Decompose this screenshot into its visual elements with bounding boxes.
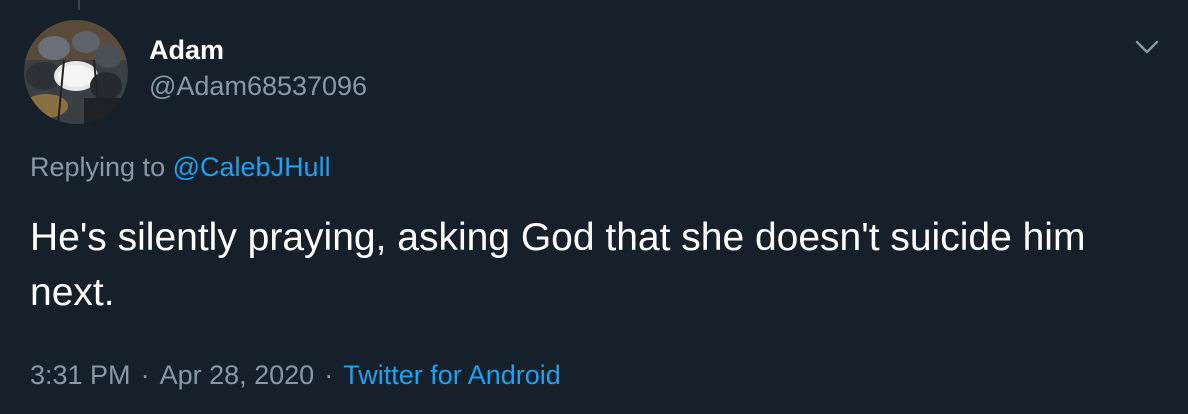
avatar-drum-kit-image [24,20,128,124]
thread-connector-line [78,0,80,10]
tweet-date[interactable]: Apr 28, 2020 [160,360,315,390]
tweet-header: Adam @Adam68537096 [149,34,367,102]
meta-separator: · [324,360,334,390]
chevron-down-icon[interactable] [1132,32,1162,62]
user-handle[interactable]: @Adam68537096 [149,70,367,102]
replying-to-label: Replying to [30,152,166,182]
meta-separator: · [140,360,150,390]
tweet-meta: 3:31 PM · Apr 28, 2020 · Twitter for Android [30,358,561,392]
replying-to-line: Replying to @CalebJHull [30,150,331,184]
tweet-time[interactable]: 3:31 PM [30,360,131,390]
tweet-card: Adam @Adam68537096 Replying to @CalebJHu… [0,0,1188,414]
display-name[interactable]: Adam [149,34,367,66]
tweet-text: He's silently praying, asking God that s… [30,216,1086,314]
avatar[interactable] [24,20,128,124]
reply-mention-link[interactable]: @CalebJHull [173,152,331,182]
tweet-source-link[interactable]: Twitter for Android [343,360,561,390]
